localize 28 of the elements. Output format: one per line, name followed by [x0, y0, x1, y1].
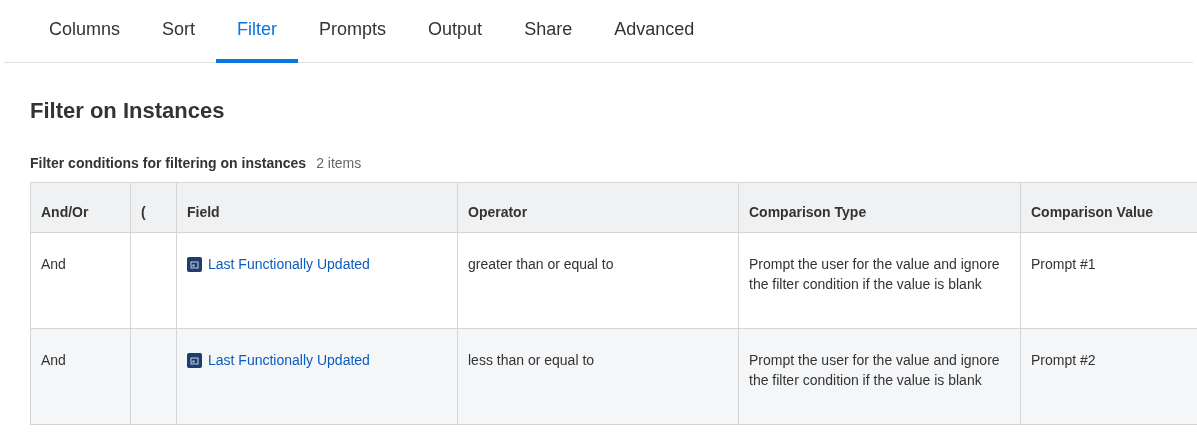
calendar-icon	[187, 352, 202, 368]
column-header: (	[130, 182, 177, 233]
tab[interactable]: Advanced	[593, 0, 716, 63]
column-header: Field	[176, 182, 458, 233]
tab[interactable]: Share	[503, 0, 594, 63]
field-link[interactable]: Last Functionally Updated	[208, 254, 370, 274]
tab[interactable]: Prompts	[298, 0, 408, 63]
tab[interactable]: Sort	[141, 0, 217, 63]
tab[interactable]: Columns	[28, 0, 142, 63]
table-cell: less than or equal to	[457, 328, 739, 425]
column-header: Comparison Type	[738, 182, 1021, 233]
table-cell: Prompt #1	[1020, 232, 1197, 329]
column-header: Comparison Value	[1020, 182, 1197, 233]
table-cell: Prompt the user for the value and ignore the filter condition if the value is blank	[738, 232, 1021, 329]
table-cell: greater than or equal to	[457, 232, 739, 329]
table-caption: Filter conditions for filtering on instances	[30, 154, 307, 173]
table-cell: Prompt the user for the value and ignore the filter condition if the value is blank	[738, 328, 1021, 425]
calendar-icon	[187, 256, 202, 272]
tab[interactable]: Output	[407, 0, 504, 63]
table-cell: And	[30, 232, 131, 329]
item-count: 2 items	[316, 154, 362, 173]
section-heading: Filter on Instances	[30, 97, 226, 125]
table-cell: And	[30, 328, 131, 425]
tab[interactable]: Filter	[216, 0, 299, 63]
column-header: And/Or	[30, 182, 131, 233]
column-header: Operator	[457, 182, 739, 233]
table-cell: Prompt #2	[1020, 328, 1197, 425]
field-link[interactable]: Last Functionally Updated	[208, 350, 370, 370]
